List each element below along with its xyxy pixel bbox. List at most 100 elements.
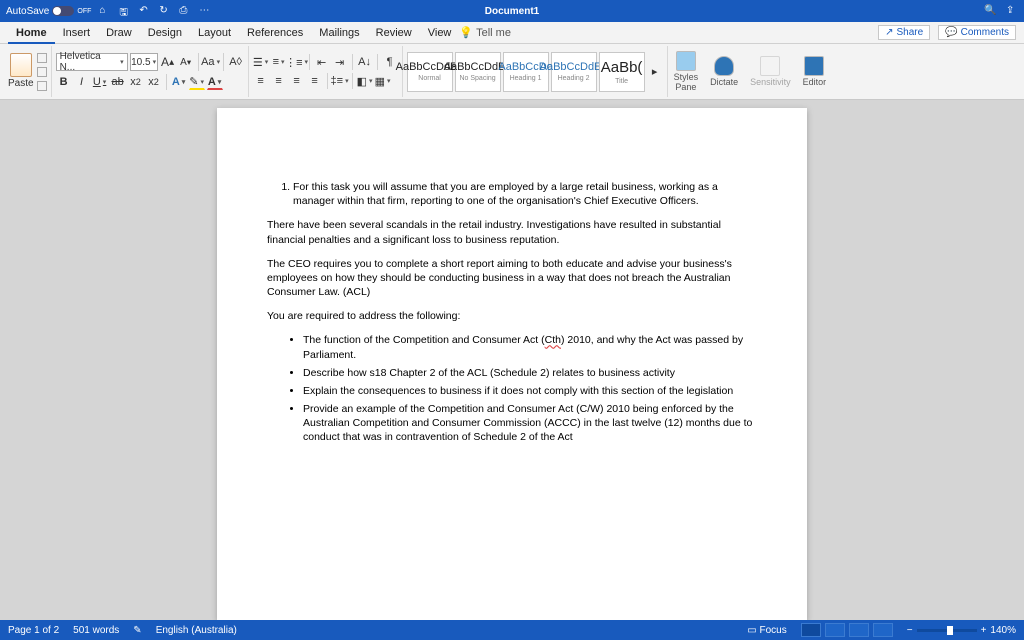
bold-button[interactable]: B [56,74,72,90]
paragraph-scandals: There have been several scandals in the … [267,218,757,246]
tab-review[interactable]: Review [368,22,420,44]
print-icon[interactable]: ⎙ [179,5,191,17]
bulb-icon: 💡 [459,26,473,39]
shading-button[interactable]: ◧ [357,73,373,89]
tab-insert[interactable]: Insert [55,22,99,44]
align-left-button[interactable]: ≡ [253,73,269,89]
tell-me-label: Tell me [476,27,511,39]
paragraph-address: You are required to address the followin… [267,309,757,323]
paste-label: Paste [8,78,34,89]
save-icon[interactable]: 🖫 [119,5,131,17]
autosave-toggle[interactable]: AutoSave OFF [6,6,91,17]
undo-icon[interactable]: ↶ [139,5,151,17]
align-right-button[interactable]: ≡ [289,73,305,89]
font-name-select[interactable]: Helvetica N... [56,53,128,71]
style-heading-2[interactable]: AaBbCcDdEeHeading 2 [551,52,597,92]
cut-icon[interactable] [37,53,47,63]
borders-button[interactable]: ▦ [375,73,391,89]
page[interactable]: For this task you will assume that you a… [217,108,807,620]
decrease-indent-button[interactable]: ⇤ [314,54,330,70]
zoom-out-button[interactable]: − [907,625,913,636]
sensitivity-button[interactable]: Sensitivity [744,46,797,97]
font-size-select[interactable]: 10.5 [130,53,158,71]
paragraph-ceo: The CEO requires you to complete a short… [267,257,757,300]
bullet-4: Provide an example of the Competition an… [303,402,757,445]
search-icon[interactable]: 🔍 [984,5,996,17]
tab-draw[interactable]: Draw [98,22,140,44]
titlebar: AutoSave OFF ⌂ 🖫 ↶ ↻ ⎙ ⋯ Document1 🔍 ⇪ [0,0,1024,22]
comment-icon: 💬 [945,27,957,38]
grow-font-button[interactable]: A▴ [160,54,176,70]
tab-references[interactable]: References [239,22,311,44]
bullet-1: The function of the Competition and Cons… [303,333,757,361]
share-button[interactable]: ↗ Share [878,25,930,40]
styles-more-button[interactable]: ▸ [647,52,663,92]
zoom-in-button[interactable]: + [981,625,987,636]
font-name-value: Helvetica N... [60,51,118,73]
font-color-button[interactable]: A [207,74,223,90]
autosave-state: OFF [77,8,91,15]
format-painter-icon[interactable] [37,81,47,91]
text-effects-button[interactable]: A [171,74,187,90]
strikethrough-button[interactable]: ab [110,74,126,90]
style-title[interactable]: AaBb(Title [599,52,645,92]
subscript-button[interactable]: x2 [128,74,144,90]
toggle-off-icon [52,6,74,16]
font-size-value: 10.5 [131,57,150,68]
share-activity-icon[interactable]: ⇪ [1006,5,1018,17]
styles-gallery[interactable]: AaBbCcDdEeNormal AaBbCcDdEeNo Spacing Aa… [407,52,663,92]
tab-mailings[interactable]: Mailings [311,22,367,44]
change-case-button[interactable]: Aa [203,54,219,70]
spellcheck-icon[interactable]: ✎ [133,625,141,636]
shrink-font-button[interactable]: A▾ [178,54,194,70]
zoom-level[interactable]: 140% [990,625,1016,636]
autosave-label: AutoSave [6,6,49,17]
increase-indent-button[interactable]: ⇥ [332,54,348,70]
zoom-control[interactable]: − + 140% [907,625,1016,636]
superscript-button[interactable]: x2 [146,74,162,90]
line-spacing-button[interactable]: ‡≡ [332,73,348,89]
statusbar: Page 1 of 2 501 words ✎ English (Austral… [0,620,1024,640]
style-no-spacing[interactable]: AaBbCcDdEeNo Spacing [455,52,501,92]
tab-view[interactable]: View [420,22,460,44]
view-read-mode[interactable] [825,623,845,637]
align-center-button[interactable]: ≡ [271,73,287,89]
page-indicator[interactable]: Page 1 of 2 [8,625,59,636]
paste-button[interactable]: Paste [8,53,34,91]
justify-button[interactable]: ≡ [307,73,323,89]
comments-button[interactable]: 💬 Comments [938,25,1016,40]
highlight-button[interactable]: ✎ [189,74,205,90]
underline-button[interactable]: U [92,74,108,90]
language-indicator[interactable]: English (Australia) [156,625,237,636]
comments-label: Comments [961,27,1009,38]
word-count[interactable]: 501 words [73,625,119,636]
document-canvas[interactable]: For this task you will assume that you a… [0,100,1024,620]
view-web-layout[interactable] [849,623,869,637]
tab-design[interactable]: Design [140,22,190,44]
focus-mode[interactable]: ▭ Focus [747,625,786,636]
styles-pane-button[interactable]: Styles Pane [668,46,705,97]
zoom-slider[interactable] [917,629,977,632]
view-outline[interactable] [873,623,893,637]
share-icon: ↗ [885,27,893,38]
sort-button[interactable]: A↓ [357,54,373,70]
bullet-2: Describe how s18 Chapter 2 of the ACL (S… [303,366,757,380]
task-intro: For this task you will assume that you a… [293,180,757,208]
italic-button[interactable]: I [74,74,90,90]
tell-me[interactable]: 💡 Tell me [459,26,511,39]
multilevel-button[interactable]: ⋮≡ [289,54,305,70]
redo-icon[interactable]: ↻ [159,5,171,17]
editor-button[interactable]: Editor [797,46,833,97]
dictate-button[interactable]: Dictate [704,46,744,97]
home-icon[interactable]: ⌂ [99,5,111,17]
bullets-button[interactable]: ☰ [253,54,269,70]
more-icon[interactable]: ⋯ [199,5,211,17]
microphone-icon [714,56,734,76]
clear-format-button[interactable]: A◊ [228,54,244,70]
tab-home[interactable]: Home [8,22,55,44]
editor-icon [804,56,824,76]
clipboard-icon [10,53,32,77]
tab-layout[interactable]: Layout [190,22,239,44]
copy-icon[interactable] [37,67,47,77]
view-print-layout[interactable] [801,623,821,637]
